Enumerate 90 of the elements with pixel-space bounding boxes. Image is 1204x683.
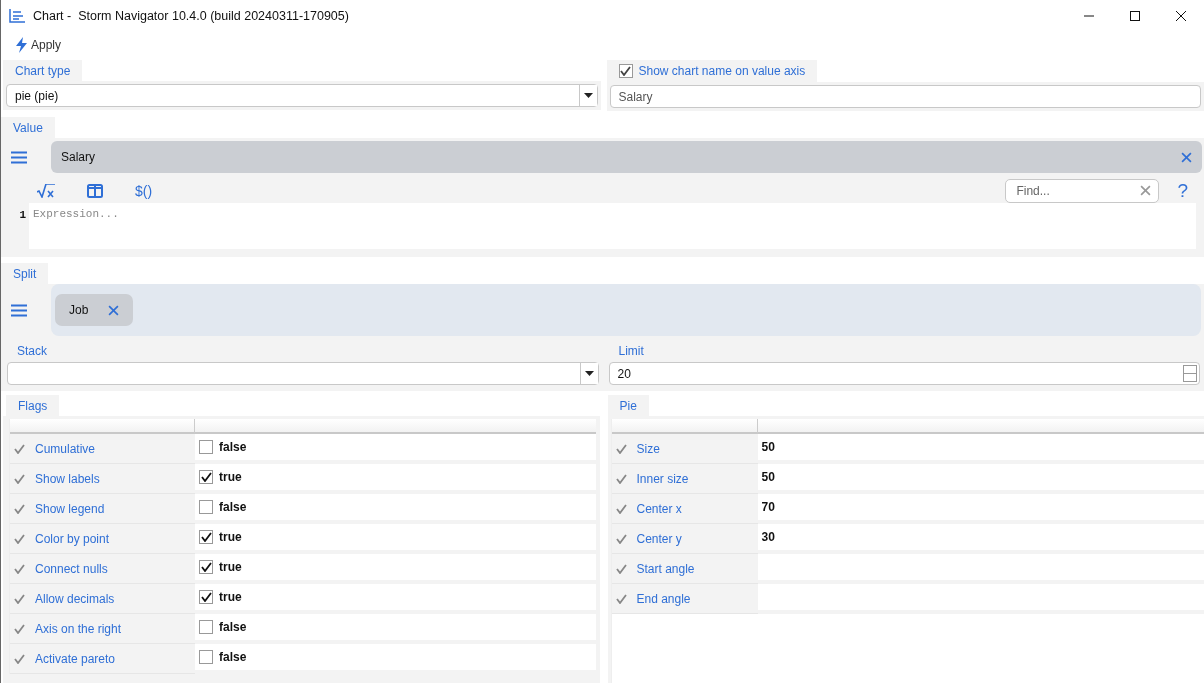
property-label: Inner size [636,471,689,486]
check-icon [200,592,212,602]
property-value: 70 [761,500,775,514]
property-value: 50 [761,440,775,454]
check-icon [620,66,631,76]
close-icon[interactable] [1181,151,1192,163]
check-icon [200,532,212,542]
close-icon [1176,11,1186,21]
split-chip[interactable]: Job [55,294,134,326]
check-icon [615,443,627,454]
checkbox[interactable] [199,440,213,454]
check-icon [14,533,25,544]
expression-editor[interactable]: Expression... [29,203,1196,249]
variable-button[interactable]: $() [127,179,161,203]
check-icon [14,623,25,634]
property-label: Cumulative [35,441,96,456]
property-value: false [219,620,247,634]
section-tab[interactable]: Value [1,117,55,138]
menu-icon[interactable] [11,303,27,317]
property-label: Show labels [35,471,100,486]
value-item[interactable]: Salary [51,141,1202,173]
caret-icon [583,93,593,98]
property-label: Show legend [35,501,105,516]
close-icon[interactable] [108,304,120,316]
columns-icon [87,184,103,198]
property-value: false [219,650,247,664]
property-label: Color by point [35,531,110,546]
property-label: Center x [636,501,682,516]
checkbox[interactable] [199,620,213,634]
close-icon[interactable] [1140,185,1152,196]
property-value: false [219,440,247,454]
check-icon [14,443,25,454]
section-tab[interactable]: Pie [607,395,649,416]
dropdown-button[interactable] [579,363,598,384]
checkbox[interactable] [199,590,213,604]
check-icon [615,593,627,604]
property-value: true [219,590,242,604]
check-icon [615,503,627,514]
checkbox[interactable] [199,530,213,544]
checkbox[interactable] [199,560,213,574]
check-icon [14,473,25,484]
check-icon [200,472,212,482]
maximize-icon [1130,11,1140,21]
square-root-icon [37,184,55,198]
property-value: false [219,500,247,514]
apply-button[interactable]: Apply [13,35,64,55]
check-icon [615,563,627,574]
help-button[interactable]: ? [1167,180,1202,202]
check-icon [615,533,627,544]
window-title: Chart - Storm Navigator 10.4.0 (build 20240311-170905) [33,9,350,23]
section-tab[interactable]: Flags [6,395,60,416]
field-label: Stack [16,343,48,360]
checkbox[interactable] [199,650,213,664]
checkbox-label: Show chart name on value axis [638,64,806,78]
checkbox[interactable] [199,470,213,484]
checkbox[interactable] [199,500,213,514]
spinner-icon[interactable] [1183,365,1197,382]
field-label: Limit [617,343,645,360]
property-label: Axis on the right [35,621,122,636]
check-icon [615,473,627,484]
checkbox[interactable] [618,64,633,78]
menu-icon[interactable] [11,150,27,164]
check-icon [200,562,212,572]
property-value: true [219,530,242,544]
property-label: Size [636,441,660,456]
property-label: Start angle [636,561,695,576]
line-number: 1 [18,208,27,223]
property-label: Connect nulls [35,561,108,576]
check-icon [14,503,25,514]
property-value: 50 [761,470,775,484]
find-field[interactable]: Find... [1005,179,1160,203]
section-tab[interactable]: Chart type [3,60,83,81]
property-label: End angle [636,591,691,606]
app-icon [9,9,25,23]
chart-name-field[interactable]: Salary [609,85,1201,108]
property-value: 30 [761,530,775,544]
caret-icon [584,371,594,376]
section-tab[interactable]: Split [1,263,49,284]
property-label: Activate pareto [35,651,116,666]
property-label: Center y [636,531,682,546]
limit-field[interactable]: 20 [608,362,1200,385]
check-icon [14,653,25,664]
chart-type-dropdown[interactable]: pie (pie) [6,84,598,107]
check-icon [14,593,25,604]
check-icon [14,563,25,574]
property-value: true [219,560,242,574]
property-value: true [219,470,242,484]
dropdown-button[interactable] [578,85,597,106]
property-label: Allow decimals [35,591,115,606]
lightning-icon [15,37,29,53]
